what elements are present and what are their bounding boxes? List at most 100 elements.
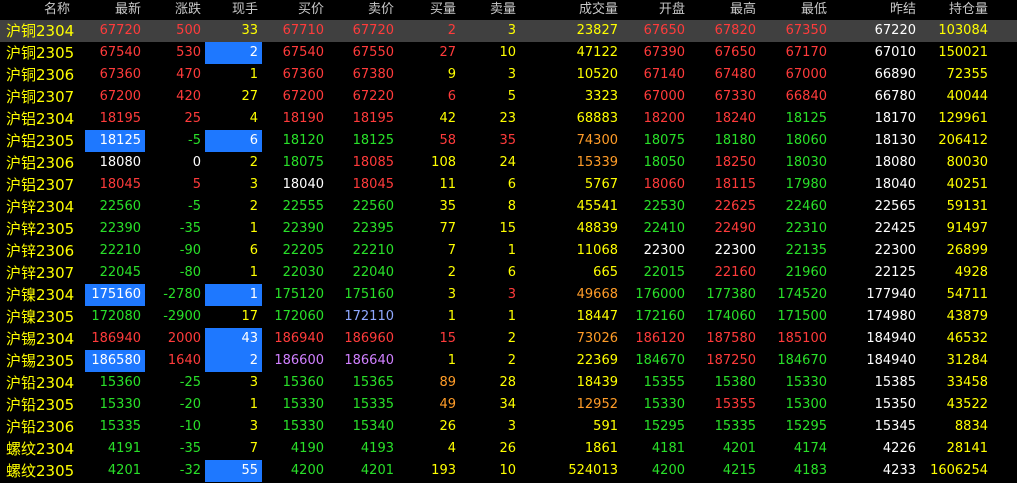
quote-row[interactable]: 沪铅2306 15335 -10 3 15330 15340 26 3 591 15295 1533… — [0, 416, 1017, 438]
quote-cell: 12952 — [576, 397, 618, 412]
quote-cell: 174520 — [777, 287, 827, 302]
column-header[interactable]: 开盘 — [622, 0, 689, 20]
column-header[interactable]: 成交量 — [520, 0, 622, 20]
contract-name[interactable]: 沪铝2306 — [0, 152, 95, 174]
contract-name[interactable]: 沪锌2307 — [0, 262, 95, 284]
quote-cell: -80 — [179, 265, 201, 280]
quote-cell: 1 — [205, 284, 262, 306]
quote-row[interactable]: 沪镍2305 172080 -2900 17 172060 172110 1 1 18447 17… — [0, 306, 1017, 328]
quote-cell: 74300 — [576, 133, 618, 148]
quote-row[interactable]: 沪锌2304 22560 -5 2 22555 22560 35 8 45541 22530 226… — [0, 196, 1017, 218]
quote-cell: 18439 — [576, 375, 618, 390]
contract-name[interactable]: 沪铅2306 — [0, 416, 95, 438]
quote-cell: 175160 — [344, 287, 394, 302]
quote-cell: 15330 — [282, 419, 324, 434]
quote-cell: 3 — [507, 287, 516, 302]
contract-name[interactable]: 沪锌2306 — [0, 240, 95, 262]
column-header[interactable]: 涨跌 — [145, 0, 205, 20]
column-header[interactable]: 名称 — [0, 0, 95, 20]
column-header[interactable]: 最高 — [689, 0, 760, 20]
quote-cell: 4181 — [651, 441, 685, 456]
column-header[interactable]: 最新 — [85, 0, 145, 20]
contract-name[interactable]: 螺纹2304 — [0, 438, 95, 460]
quote-row[interactable]: 沪镍2304 175160 -2780 1 175120 175160 3 3 49668 176… — [0, 284, 1017, 306]
contract-name[interactable]: 沪锡2304 — [0, 328, 95, 350]
quote-cell: 67010 — [874, 45, 916, 60]
quote-cell: 4193 — [360, 441, 394, 456]
contract-name[interactable]: 沪铝2304 — [0, 108, 95, 130]
quote-row[interactable]: 沪铅2305 15330 -20 1 15330 15335 49 34 12952 15330 1… — [0, 394, 1017, 416]
contract-name[interactable]: 沪铝2307 — [0, 174, 95, 196]
quote-row[interactable]: 沪铝2305 18125 -5 6 18120 18125 58 35 74300 18075 18… — [0, 130, 1017, 152]
quote-cell: 184940 — [866, 331, 916, 346]
contract-name[interactable]: 沪铜2306 — [0, 64, 95, 86]
quote-row[interactable]: 沪铜2306 67360 470 1 67360 67380 9 3 10520 67140 674… — [0, 64, 1017, 86]
quote-cell: 22135 — [785, 243, 827, 258]
column-header[interactable]: 买价 — [262, 0, 328, 20]
quote-cell: 18447 — [576, 309, 618, 324]
quote-row[interactable]: 沪铜2305 67540 530 2 67540 67550 27 10 47122 67390 6… — [0, 42, 1017, 64]
quote-cell: 67330 — [714, 89, 756, 104]
quote-row[interactable]: 沪铜2307 67200 420 27 67200 67220 6 5 3323 67000 673… — [0, 86, 1017, 108]
contract-name[interactable]: 沪铝2305 — [0, 130, 95, 152]
quote-cell: 4233 — [882, 463, 916, 478]
quote-cell: 3 — [249, 419, 258, 434]
contract-name[interactable]: 沪锡2305 — [0, 350, 95, 372]
quote-cell: 66840 — [785, 89, 827, 104]
quote-row[interactable]: 沪锌2305 22390 -35 1 22390 22395 77 15 48839 22410 2… — [0, 218, 1017, 240]
quote-cell: 18120 — [282, 133, 324, 148]
contract-name[interactable]: 沪铅2305 — [0, 394, 95, 416]
quote-cell: 172080 — [91, 309, 141, 324]
quote-cell: 58 — [439, 133, 456, 148]
quote-cell: 1606254 — [930, 463, 988, 478]
contract-name[interactable]: 沪镍2304 — [0, 284, 95, 306]
quote-cell: 67380 — [352, 67, 394, 82]
contract-name[interactable]: 沪铜2304 — [0, 20, 95, 42]
quote-cell: 22040 — [352, 265, 394, 280]
quote-row[interactable]: 沪锌2306 22210 -90 6 22205 22210 7 1 11068 22300 223… — [0, 240, 1017, 262]
column-header[interactable]: 现手 — [205, 0, 262, 20]
quote-cell: 26899 — [946, 243, 988, 258]
quote-row[interactable]: 沪锌2307 22045 -80 1 22030 22040 2 6 665 22015 22160… — [0, 262, 1017, 284]
contract-name[interactable]: 沪锌2304 — [0, 196, 95, 218]
quote-cell: 22045 — [99, 265, 141, 280]
quote-cell: 187580 — [706, 331, 756, 346]
quote-cell: 177940 — [866, 287, 916, 302]
quote-row[interactable]: 沪锡2304 186940 2000 43 186940 186960 15 2 73026 18… — [0, 328, 1017, 350]
quote-row[interactable]: 沪铝2307 18045 5 3 18040 18045 11 6 5767 18060 18115… — [0, 174, 1017, 196]
column-header[interactable]: 卖量 — [460, 0, 520, 20]
quote-cell: 2 — [249, 199, 258, 214]
quote-cell: 59131 — [946, 199, 988, 214]
quote-cell: 67220 — [874, 23, 916, 38]
quote-cell: 15365 — [352, 375, 394, 390]
quote-row[interactable]: 沪铜2304 67720 500 33 67710 67720 2 3 23827 67650 67… — [0, 20, 1017, 42]
quote-cell: -90 — [179, 243, 201, 258]
quote-cell: 4183 — [793, 463, 827, 478]
quote-row[interactable]: 沪铅2304 15360 -25 3 15360 15365 89 28 18439 15355 1… — [0, 372, 1017, 394]
contract-name[interactable]: 沪铜2305 — [0, 42, 95, 64]
quote-row[interactable]: 沪铝2306 18080 0 2 18075 18085 108 24 15339 18050 18… — [0, 152, 1017, 174]
quote-cell: 175120 — [274, 287, 324, 302]
contract-name[interactable]: 沪铜2307 — [0, 86, 95, 108]
quote-cell: 11 — [439, 177, 456, 192]
column-header[interactable]: 买量 — [398, 0, 460, 20]
contract-name[interactable]: 螺纹2305 — [0, 460, 95, 482]
quote-cell: 22310 — [785, 221, 827, 236]
column-header[interactable]: 持仓量 — [920, 0, 992, 20]
contract-name[interactable]: 沪镍2305 — [0, 306, 95, 328]
column-header[interactable]: 最低 — [760, 0, 831, 20]
column-header[interactable]: 昨结 — [831, 0, 920, 20]
quote-cell: 18080 — [99, 155, 141, 170]
quote-row[interactable]: 沪锡2305 186580 1640 2 186600 186640 1 2 22369 1846… — [0, 350, 1017, 372]
quote-row[interactable]: 螺纹2305 4201 -32 55 4200 4201 193 10 524013 4200 42… — [0, 460, 1017, 482]
quote-cell: 22015 — [643, 265, 685, 280]
column-header[interactable]: 卖价 — [328, 0, 398, 20]
quote-row[interactable]: 螺纹2304 4191 -35 7 4190 4193 4 26 1861 4181 4201 417… — [0, 438, 1017, 460]
contract-name[interactable]: 沪铅2304 — [0, 372, 95, 394]
quote-row[interactable]: 沪铝2304 18195 25 4 18190 18195 42 23 68883 18200 18… — [0, 108, 1017, 130]
contract-name[interactable]: 沪锌2305 — [0, 218, 95, 240]
quote-cell: 15340 — [352, 419, 394, 434]
quote-cell: 3 — [249, 177, 258, 192]
quote-cell: 22300 — [714, 243, 756, 258]
quote-cell: 15295 — [785, 419, 827, 434]
